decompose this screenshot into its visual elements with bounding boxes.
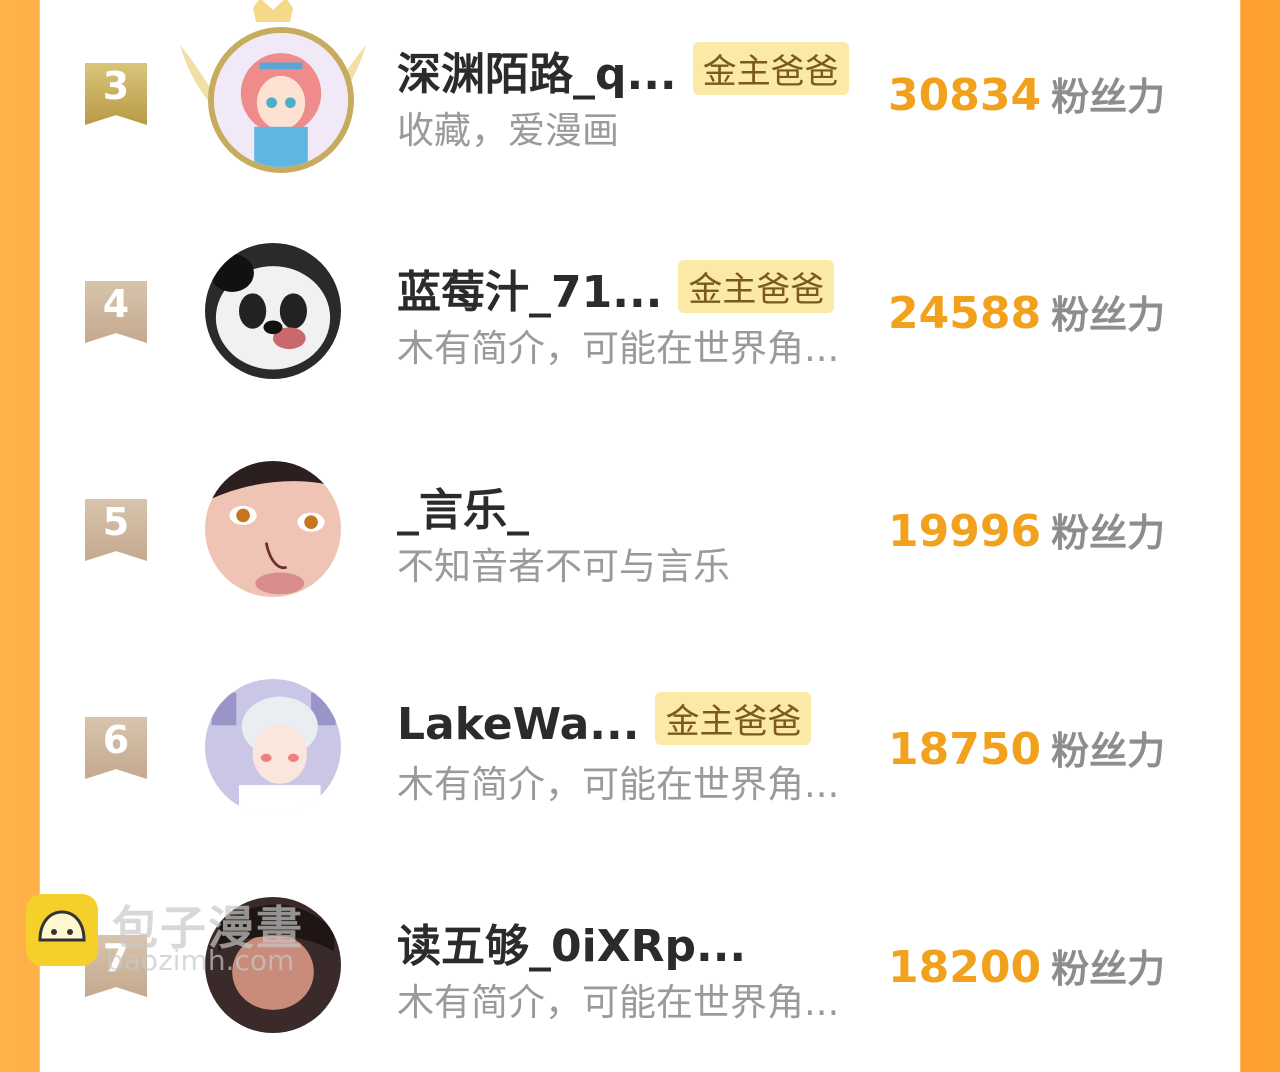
fan-power-value: 30834 <box>888 70 1042 121</box>
user-avatar[interactable] <box>205 243 341 379</box>
user-name-text: 读五够_0iXRp... <box>397 921 747 972</box>
fan-power-score: 19996 粉丝力 <box>888 502 1165 557</box>
ranking-row-7[interactable]: 7 读五够_0iXRp... 木有简介，可能在世界角... 18200 粉丝力 <box>40 872 1240 1072</box>
sponsor-badge: 金主爸爸 <box>655 692 812 745</box>
fan-power-unit: 粉丝力 <box>1051 75 1166 119</box>
rank-ribbon: 3 <box>85 63 147 125</box>
user-name[interactable]: LakeWa... 金主爸爸 <box>397 692 812 750</box>
user-name-text: 蓝莓汁_71... <box>397 267 663 318</box>
fan-power-unit: 粉丝力 <box>1051 293 1166 337</box>
user-bio: 木有简介，可能在世界角... <box>397 981 840 1024</box>
user-avatar[interactable] <box>205 679 341 815</box>
user-avatar[interactable] <box>208 27 354 173</box>
user-name[interactable]: 读五够_0iXRp... <box>397 910 746 974</box>
rank-ribbon: 7 <box>85 935 147 997</box>
user-bio: 木有简介，可能在世界角... <box>397 327 840 370</box>
user-name-text: _言乐_ <box>397 485 529 536</box>
fan-power-score: 18200 粉丝力 <box>888 938 1165 993</box>
user-bio: 收藏，爱漫画 <box>397 109 619 152</box>
user-name-text: LakeWa... <box>397 699 640 750</box>
sponsor-badge: 金主爸爸 <box>678 260 835 313</box>
fan-power-value: 18200 <box>888 942 1042 993</box>
ranking-row-5[interactable]: 5 _言乐_ 不知音者不可与言乐 19996 粉丝力 <box>40 436 1240 636</box>
fan-power-value: 18750 <box>888 724 1042 775</box>
user-name[interactable]: 深渊陌路_q... 金主爸爸 <box>397 38 849 102</box>
user-name[interactable]: 蓝莓汁_71... 金主爸爸 <box>397 256 835 320</box>
fan-power-value: 24588 <box>888 288 1042 339</box>
fan-power-score: 18750 粉丝力 <box>888 720 1165 775</box>
ranking-row-4[interactable]: 4 蓝莓汁_71... 金主爸爸 木有简介，可能在世界角... 24588 粉丝力 <box>40 218 1240 418</box>
fan-power-unit: 粉丝力 <box>1051 729 1166 773</box>
user-bio: 木有简介，可能在世界角... <box>397 763 840 806</box>
fan-ranking-list: 3 深渊陌路_q... 金主爸爸 收藏，爱漫画 30834 粉丝力 4 蓝莓汁_… <box>40 0 1240 1033</box>
user-name[interactable]: _言乐_ <box>397 474 529 538</box>
fan-power-value: 19996 <box>888 506 1042 557</box>
ranking-row-6[interactable]: 6 LakeWa... 金主爸爸 木有简介，可能在世界角... 18750 粉丝力 <box>40 654 1240 854</box>
user-bio: 不知音者不可与言乐 <box>397 545 730 588</box>
user-avatar[interactable] <box>205 461 341 597</box>
user-name-text: 深渊陌路_q... <box>397 49 677 100</box>
fan-power-unit: 粉丝力 <box>1051 947 1166 991</box>
ranking-row-3[interactable]: 3 深渊陌路_q... 金主爸爸 收藏，爱漫画 30834 粉丝力 <box>40 0 1240 200</box>
rank-ribbon: 5 <box>85 499 147 561</box>
fan-power-score: 24588 粉丝力 <box>888 284 1165 339</box>
user-avatar[interactable] <box>205 897 341 1033</box>
rank-ribbon: 6 <box>85 717 147 779</box>
fan-power-unit: 粉丝力 <box>1051 511 1166 555</box>
fan-power-score: 30834 粉丝力 <box>888 66 1165 121</box>
rank-ribbon: 4 <box>85 281 147 343</box>
sponsor-badge: 金主爸爸 <box>692 42 849 95</box>
